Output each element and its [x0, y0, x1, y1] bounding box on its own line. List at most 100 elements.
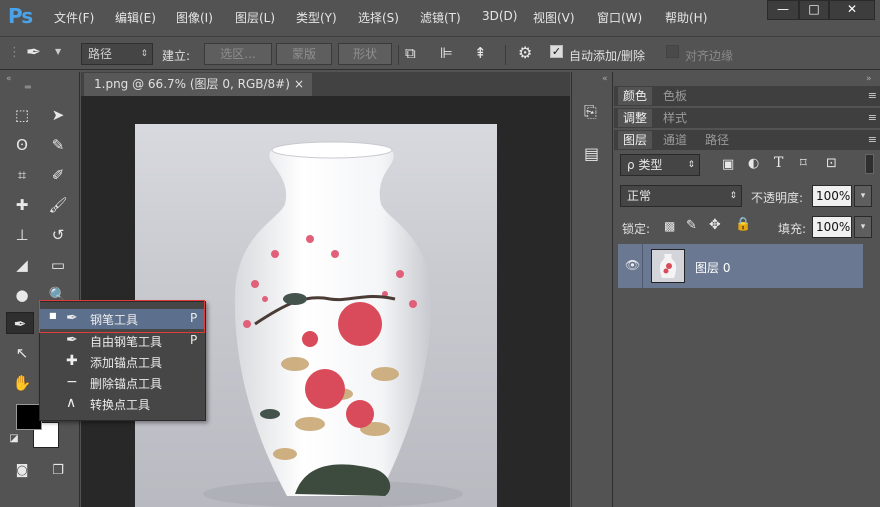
align-edges-checkbox[interactable] — [666, 45, 679, 58]
blur-tool-icon[interactable]: ● — [8, 284, 36, 306]
lock-transparent-icon[interactable]: ▩ — [664, 219, 675, 233]
tab-adjustments[interactable]: 调整 — [618, 109, 653, 127]
mode-select[interactable]: 路径 ⇕ — [81, 43, 153, 65]
flyout-item-add-anchor[interactable]: ✚ 添加锚点工具 — [40, 352, 205, 372]
opacity-input[interactable]: 100% — [812, 185, 852, 207]
fill-label: 填充: — [778, 222, 807, 236]
pixel-filter-icon[interactable]: ▣ — [722, 157, 734, 172]
panel-menu-icon[interactable]: ≡ — [868, 133, 877, 146]
layer-row[interactable]: 👁 图层 0 — [618, 244, 863, 288]
menu-view[interactable]: 视图(V) — [533, 9, 575, 26]
blend-mode-select[interactable]: 正常 ⇕ — [620, 185, 742, 207]
tab-layers[interactable]: 图层 — [618, 131, 653, 149]
default-colors-icon[interactable]: ◪ — [4, 428, 24, 450]
fill-input[interactable]: 100% — [812, 216, 852, 238]
flyout-item-label: 添加锚点工具 — [90, 356, 163, 370]
make-mask-button[interactable]: 蒙版 — [276, 43, 332, 65]
make-selection-button[interactable]: 选区... — [204, 43, 272, 65]
panel-menu-icon[interactable]: ≡ — [868, 89, 877, 102]
lasso-tool-icon[interactable]: ʘ — [8, 134, 36, 156]
options-bar: ⋮ ✒ ▼ 路径 ⇕ 建立: 选区... 蒙版 形状 ⧉ ⊫ ⇞ ⚙ ✓ 自动添… — [0, 36, 880, 70]
menu-select[interactable]: 选择(S) — [358, 9, 399, 26]
eraser-tool-icon[interactable]: ◢ — [8, 254, 36, 276]
make-shape-button[interactable]: 形状 — [338, 43, 392, 65]
menu-3d[interactable]: 3D(D) — [482, 9, 517, 23]
smart-object-filter-icon[interactable]: ⊡ — [826, 156, 837, 171]
screen-mode-icon[interactable]: ❐ — [44, 460, 72, 482]
grip-icon: ⋮ — [8, 45, 21, 60]
path-operations-icon[interactable]: ⧉ — [405, 44, 416, 62]
quick-mask-icon[interactable]: ◙ — [8, 460, 36, 482]
gear-icon[interactable]: ⚙ — [518, 43, 532, 62]
document-tab[interactable]: 1.png @ 66.7% (图层 0, RGB/8#) × — [84, 73, 312, 96]
path-alignment-icon[interactable]: ⊫ — [440, 44, 453, 62]
minimize-button[interactable]: — — [767, 0, 799, 20]
layer-filter-select[interactable]: ρ 类型 ⇕ — [620, 154, 700, 176]
gradient-tool-icon[interactable]: ▭ — [44, 254, 72, 276]
document-tab-title: 1.png @ 66.7% (图层 0, RGB/8#) — [94, 77, 290, 91]
panel-icon-column: « ⎘ ▤ — [571, 72, 613, 507]
maximize-button[interactable]: □ — [799, 0, 829, 20]
menu-image[interactable]: 图像(I) — [176, 9, 213, 26]
flyout-item-delete-anchor[interactable]: − 删除锚点工具 — [40, 373, 205, 393]
pen-tool-icon[interactable]: ✒ — [6, 312, 34, 334]
separator — [505, 45, 506, 65]
tab-styles[interactable]: 样式 — [658, 109, 692, 127]
preset-arrow-icon[interactable]: ▼ — [55, 47, 61, 56]
photoshop-logo: Ps — [8, 4, 33, 28]
close-tab-icon[interactable]: × — [294, 73, 304, 95]
pen-tool-preset-icon[interactable]: ✒ — [26, 42, 41, 63]
tab-channels[interactable]: 通道 — [658, 131, 692, 149]
lock-all-icon[interactable]: 🔒 — [735, 217, 751, 232]
collapse-icon[interactable]: « — [6, 74, 12, 84]
type-filter-icon[interactable]: T — [774, 155, 783, 171]
brush-tool-icon[interactable]: 🖌 — [44, 194, 72, 216]
auto-add-delete-label: 自动添加/删除 — [569, 49, 646, 63]
path-select-tool-icon[interactable]: ↖ — [8, 342, 36, 364]
lock-position-icon[interactable]: ✥ — [709, 217, 721, 233]
fill-dropdown-icon[interactable]: ▾ — [854, 216, 872, 238]
history-panel-icon[interactable]: ⎘ — [584, 102, 597, 122]
hand-tool-icon[interactable]: ✋ — [8, 372, 36, 394]
tab-paths[interactable]: 路径 — [700, 131, 734, 149]
move-tool-icon[interactable]: ➤ — [44, 104, 72, 126]
menu-filter[interactable]: 滤镜(T) — [420, 9, 461, 26]
separator — [398, 45, 399, 65]
flyout-item-freeform-pen[interactable]: ✒ 自由钢笔工具 P — [40, 331, 205, 351]
properties-panel-icon[interactable]: ▤ — [584, 144, 599, 163]
path-arrangement-icon[interactable]: ⇞ — [474, 44, 487, 62]
lock-label: 锁定: — [622, 222, 651, 236]
mode-select-value: 路径 — [88, 47, 113, 61]
tab-color[interactable]: 颜色 — [618, 87, 653, 105]
menu-layer[interactable]: 图层(L) — [235, 9, 275, 26]
menu-edit[interactable]: 编辑(E) — [115, 9, 156, 26]
flyout-item-convert-point[interactable]: ∧ 转换点工具 — [40, 394, 205, 414]
menu-window[interactable]: 窗口(W) — [597, 9, 642, 26]
expand-icon[interactable]: » — [866, 74, 872, 84]
clone-stamp-tool-icon[interactable]: ⊥ — [8, 224, 36, 246]
eye-icon[interactable]: 👁 — [625, 258, 640, 272]
eyedropper-tool-icon[interactable]: ✐ — [44, 164, 72, 186]
auto-add-delete-checkbox[interactable]: ✓ — [550, 45, 563, 58]
tab-swatches[interactable]: 色板 — [658, 87, 692, 105]
select-arrows-icon: ⇕ — [687, 160, 695, 170]
rect-marquee-tool-icon[interactable]: ⬚ — [8, 104, 36, 126]
menu-help[interactable]: 帮助(H) — [665, 9, 707, 26]
quick-select-tool-icon[interactable]: ✎ — [44, 134, 72, 156]
collapse-icon[interactable]: « — [602, 74, 608, 84]
color-panel-tabs: 颜色 色板 ≡ — [614, 86, 880, 106]
filter-toggle[interactable] — [865, 154, 874, 174]
delete-anchor-icon: − — [66, 374, 78, 390]
crop-tool-icon[interactable]: ⌗ — [8, 164, 36, 186]
align-edges-label: 对齐边缘 — [685, 49, 734, 63]
adjustment-filter-icon[interactable]: ◐ — [748, 156, 759, 171]
shape-filter-icon[interactable]: ⌑ — [800, 156, 807, 171]
panel-menu-icon[interactable]: ≡ — [868, 111, 877, 124]
healing-brush-tool-icon[interactable]: ✚ — [8, 194, 36, 216]
close-button[interactable]: ✕ — [829, 0, 875, 20]
opacity-dropdown-icon[interactable]: ▾ — [854, 185, 872, 207]
menu-type[interactable]: 类型(Y) — [296, 9, 337, 26]
menu-file[interactable]: 文件(F) — [54, 9, 94, 26]
history-brush-tool-icon[interactable]: ↺ — [44, 224, 72, 246]
lock-pixels-icon[interactable]: ✎ — [686, 218, 697, 233]
